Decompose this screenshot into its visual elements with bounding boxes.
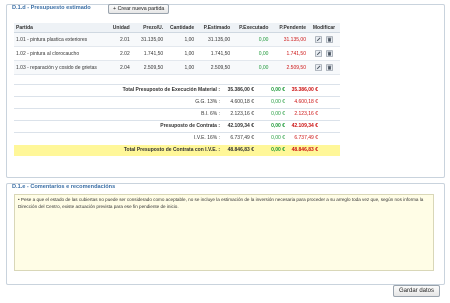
contrata-row: Presuposto de Contrata : 42.109,34 € 0,0… [14, 121, 340, 132]
total-material-label: Total Presuposto de Execución Material : [122, 87, 220, 93]
gg-estimado: 4.600,18 € [230, 99, 254, 105]
create-item-button[interactable]: + Crear nueva partida [108, 4, 170, 14]
cell-cantidade: 1,00 [165, 60, 197, 75]
edit-icon[interactable] [315, 64, 322, 71]
bi-pendente: 2.123,16 € [294, 111, 318, 117]
total-ive-row: Total Presuposto de Contrata con I.V.E. … [14, 145, 340, 156]
cell-unidad: 2.04 [107, 60, 132, 75]
comments-legend: D.1.e - Comentarios e recomendacións [10, 184, 118, 190]
cell-unidad: 2.02 [107, 46, 132, 61]
cell-estimado: 2.509,50 [196, 60, 233, 75]
bi-executado: 0,00 € [271, 111, 285, 117]
header-prezo: Prezo/U. [131, 23, 166, 33]
ive-estimado: 6.737,49 € [230, 135, 254, 141]
table-row: 1.02 - pintura al clorocaucho 2.02 1.741… [14, 46, 340, 61]
header-unidad: Unidad [107, 23, 132, 33]
contrata-pendente: 42.109,34 € [291, 123, 318, 129]
cell-executado: 0,00 [232, 46, 271, 61]
total-ive-label: Total Presuposto de Contrata con I.V.E. … [123, 147, 220, 153]
total-material-pendente: 35.386,00 € [291, 87, 318, 93]
cell-partida: 1.01 - pintura plastica exteriores [14, 32, 108, 47]
table-row: 1.01 - pintura plastica exteriores 2.01 … [14, 32, 340, 47]
delete-icon[interactable] [326, 50, 333, 57]
cell-prezo: 1.741,50 [131, 46, 166, 61]
comments-textarea[interactable]: • Pese a que el estado de las cubiertas … [14, 194, 434, 271]
gg-executado: 0,00 € [271, 99, 285, 105]
total-material-row: Total Presuposto de Execución Material :… [14, 85, 340, 96]
header-pendente: P.Pendente [270, 23, 308, 33]
cell-estimado: 31.135,00 [196, 32, 233, 47]
delete-icon[interactable] [326, 64, 333, 71]
gg-label: G.G. 13% : [195, 99, 220, 105]
header-modificar: Modificar [307, 23, 340, 33]
bi-estimado: 2.123,16 € [230, 111, 254, 117]
cell-partida: 1.02 - pintura al clorocaucho [14, 46, 108, 61]
total-ive-pendente: 48.846,83 € [291, 147, 318, 153]
total-material-estimado: 35.386,00 € [227, 87, 254, 93]
cell-cantidade: 1,00 [165, 46, 197, 61]
cell-unidad: 2.01 [107, 32, 132, 47]
gg-pendente: 4.600,18 € [294, 99, 318, 105]
table-row: 1.03 - reparación y cosido de grietas 2.… [14, 60, 340, 75]
budget-legend: D.1.d - Presupuesto estimado [10, 5, 93, 11]
bi-row: B.I. 6% : 2.123,16 € 0,00 € 2.123,16 € [14, 109, 340, 120]
cell-actions [307, 46, 340, 61]
cell-pendente: 2.509,50 [270, 60, 308, 75]
save-button[interactable]: Gardar datos [393, 285, 441, 297]
contrata-label: Presuposto de Contrata : [160, 123, 220, 129]
cell-executado: 0,00 [232, 60, 271, 75]
total-material-executado: 0,00 € [271, 87, 285, 93]
cell-partida: 1.03 - reparación y cosido de grietas [14, 60, 108, 75]
gg-row: G.G. 13% : 4.600,18 € 0,00 € 4.600,18 € [14, 97, 340, 108]
total-ive-executado: 0,00 € [271, 147, 285, 153]
edit-icon[interactable] [315, 36, 322, 43]
contrata-estimado: 42.109,34 € [227, 123, 254, 129]
ive-pendente: 6.737,49 € [294, 135, 318, 141]
edit-icon[interactable] [315, 50, 322, 57]
cell-cantidade: 1,00 [165, 32, 197, 47]
cell-actions [307, 60, 340, 75]
ive-executado: 0,00 € [271, 135, 285, 141]
cell-executado: 0,00 [232, 32, 271, 47]
delete-icon[interactable] [326, 36, 333, 43]
ive-row: I.V.E. 16% : 6.737,49 € 0,00 € 6.737,49 … [14, 133, 340, 144]
budget-table: Partida Unidad Prezo/U. Cantidade P.Esti… [14, 23, 340, 75]
cell-pendente: 31.135,00 [270, 32, 308, 47]
cell-prezo: 31.135,00 [131, 32, 166, 47]
header-partida: Partida [14, 23, 108, 33]
total-ive-estimado: 48.846,83 € [227, 147, 254, 153]
header-executado: P.Executado [232, 23, 271, 33]
cell-pendente: 1.741,50 [270, 46, 308, 61]
cell-estimado: 1.741,50 [196, 46, 233, 61]
header-cantidade: Cantidade [165, 23, 197, 33]
ive-label: I.V.E. 16% : [194, 135, 220, 141]
contrata-executado: 0,00 € [271, 123, 285, 129]
bi-label: B.I. 6% : [201, 111, 220, 117]
cell-prezo: 2.509,50 [131, 60, 166, 75]
header-estimado: P.Estimado [196, 23, 233, 33]
table-header-row: Partida Unidad Prezo/U. Cantidade P.Esti… [14, 23, 340, 33]
cell-actions [307, 32, 340, 47]
